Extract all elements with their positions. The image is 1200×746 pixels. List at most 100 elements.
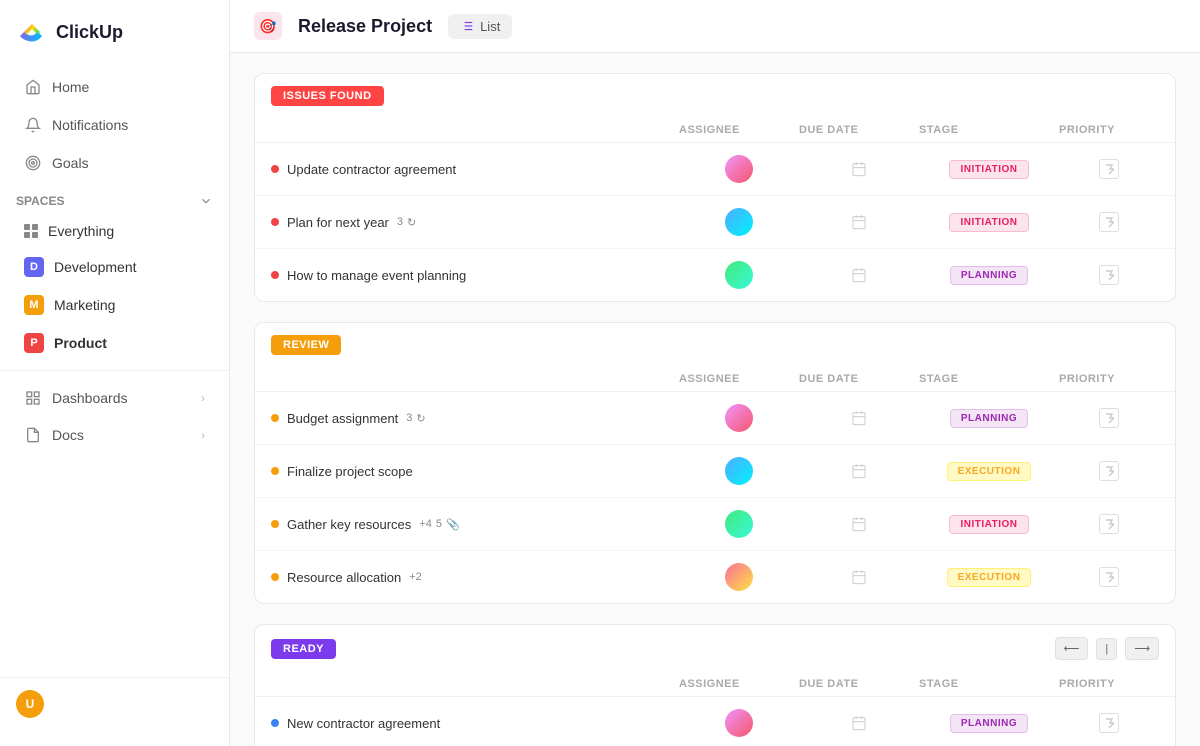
assignee-cell	[679, 709, 799, 737]
task-dot	[271, 520, 279, 528]
due-date-cell[interactable]	[799, 263, 919, 287]
stage-cell[interactable]: EXECUTION	[919, 568, 1059, 587]
stage-badge: INITIATION	[949, 160, 1028, 179]
assignee-cell	[679, 261, 799, 289]
table-row[interactable]: Budget assignment 3↻ PLANNING	[255, 392, 1175, 445]
nav-item-home[interactable]: Home	[8, 69, 221, 105]
nav-notifications-label: Notifications	[52, 117, 128, 133]
toolbar-btn-2[interactable]: |	[1096, 638, 1117, 660]
col-assignee: ASSIGNEE	[679, 678, 799, 690]
task-name: Update contractor agreement	[271, 162, 679, 177]
toolbar-btn-1[interactable]: ⟵	[1055, 637, 1089, 660]
calendar-icon	[847, 210, 871, 234]
grid-icon	[24, 224, 38, 238]
everything-item[interactable]: Everything	[8, 215, 221, 247]
calendar-icon	[847, 565, 871, 589]
nav-item-goals[interactable]: Goals	[8, 145, 221, 181]
task-title: Gather key resources	[287, 517, 411, 532]
calendar-icon	[847, 459, 871, 483]
assignee-cell	[679, 155, 799, 183]
due-date-cell[interactable]	[799, 565, 919, 589]
marketing-dot: M	[24, 295, 44, 315]
bottom-nav: Dashboards › Docs ›	[0, 370, 229, 454]
stage-cell[interactable]: INITIATION	[919, 213, 1059, 232]
avatar	[725, 208, 753, 236]
col-priority: PRIORITY	[1059, 678, 1159, 690]
everything-label: Everything	[48, 223, 114, 239]
stage-badge: PLANNING	[950, 409, 1028, 428]
nav-item-docs[interactable]: Docs ›	[8, 417, 221, 453]
logo-text: ClickUp	[56, 22, 123, 43]
priority-cell	[1059, 567, 1159, 587]
due-date-cell[interactable]	[799, 512, 919, 536]
user-avatar[interactable]: U	[16, 690, 44, 718]
task-meta-count: +2	[409, 571, 422, 583]
col-name	[271, 678, 679, 690]
task-name: Plan for next year 3↻	[271, 215, 679, 230]
development-label: Development	[54, 259, 137, 275]
dashboards-chevron-icon: ›	[201, 391, 205, 405]
assignee-cell	[679, 457, 799, 485]
due-date-cell[interactable]	[799, 406, 919, 430]
space-item-development[interactable]: D Development	[8, 249, 221, 285]
product-dot: P	[24, 333, 44, 353]
nav-item-notifications[interactable]: Notifications	[8, 107, 221, 143]
avatar	[725, 457, 753, 485]
list-view-tab[interactable]: List	[448, 14, 512, 39]
nav-item-dashboards[interactable]: Dashboards ›	[8, 380, 221, 416]
calendar-icon	[847, 711, 871, 735]
calendar-icon	[847, 512, 871, 536]
dashboards-label: Dashboards	[52, 390, 128, 406]
clickup-logo-icon	[16, 16, 48, 48]
space-item-marketing[interactable]: M Marketing	[8, 287, 221, 323]
col-due-date: DUE DATE	[799, 373, 919, 385]
stage-cell[interactable]: INITIATION	[919, 515, 1059, 534]
priority-icon	[1099, 212, 1119, 232]
section-badge: READY	[271, 639, 336, 659]
logo-area: ClickUp	[0, 16, 229, 68]
table-row[interactable]: Plan for next year 3↻ INITIATION	[255, 196, 1175, 249]
priority-cell	[1059, 408, 1159, 428]
table-row[interactable]: Update contractor agreement INITIATION	[255, 143, 1175, 196]
table-row[interactable]: How to manage event planning PLANNING	[255, 249, 1175, 301]
bell-icon	[24, 116, 42, 134]
task-title: Update contractor agreement	[287, 162, 456, 177]
repeat-icon: ↻	[407, 216, 416, 229]
nav-goals-label: Goals	[52, 155, 89, 171]
table-row[interactable]: Finalize project scope EXECUTION	[255, 445, 1175, 498]
due-date-cell[interactable]	[799, 210, 919, 234]
tasks-content: ISSUES FOUND ASSIGNEE DUE DATE STAGE PRI…	[230, 53, 1200, 746]
avatar	[725, 709, 753, 737]
task-meta: 3↻	[406, 412, 425, 425]
main-content: 🎯 Release Project List ISSUES FOUND ASSI…	[230, 0, 1200, 746]
task-title: Plan for next year	[287, 215, 389, 230]
task-dot	[271, 719, 279, 727]
priority-cell	[1059, 265, 1159, 285]
section-issues-found: ISSUES FOUND ASSIGNEE DUE DATE STAGE PRI…	[254, 73, 1176, 302]
task-dot	[271, 414, 279, 422]
priority-icon	[1099, 514, 1119, 534]
task-meta-count: +4	[419, 518, 432, 530]
avatar	[725, 563, 753, 591]
stage-cell[interactable]: PLANNING	[919, 266, 1059, 285]
task-dot	[271, 218, 279, 226]
toolbar-btn-3[interactable]: ⟶	[1125, 637, 1159, 660]
stage-cell[interactable]: INITIATION	[919, 160, 1059, 179]
due-date-cell[interactable]	[799, 459, 919, 483]
stage-badge: PLANNING	[950, 266, 1028, 285]
table-row[interactable]: New contractor agreement PLANNING	[255, 697, 1175, 746]
table-row[interactable]: Gather key resources +45📎 INITIATION	[255, 498, 1175, 551]
chevron-down-icon[interactable]	[199, 194, 213, 208]
sidebar: ClickUp Home Notifications Goals Spaces …	[0, 0, 230, 746]
assignee-cell	[679, 510, 799, 538]
stage-cell[interactable]: PLANNING	[919, 714, 1059, 733]
section-label-row: READY ⟵ | ⟶	[255, 625, 1175, 672]
due-date-cell[interactable]	[799, 711, 919, 735]
table-row[interactable]: Resource allocation +2 EXECUTION	[255, 551, 1175, 603]
due-date-cell[interactable]	[799, 157, 919, 181]
list-icon	[460, 19, 474, 33]
priority-icon	[1099, 159, 1119, 179]
stage-cell[interactable]: PLANNING	[919, 409, 1059, 428]
stage-cell[interactable]: EXECUTION	[919, 462, 1059, 481]
space-item-product[interactable]: P Product	[8, 325, 221, 361]
